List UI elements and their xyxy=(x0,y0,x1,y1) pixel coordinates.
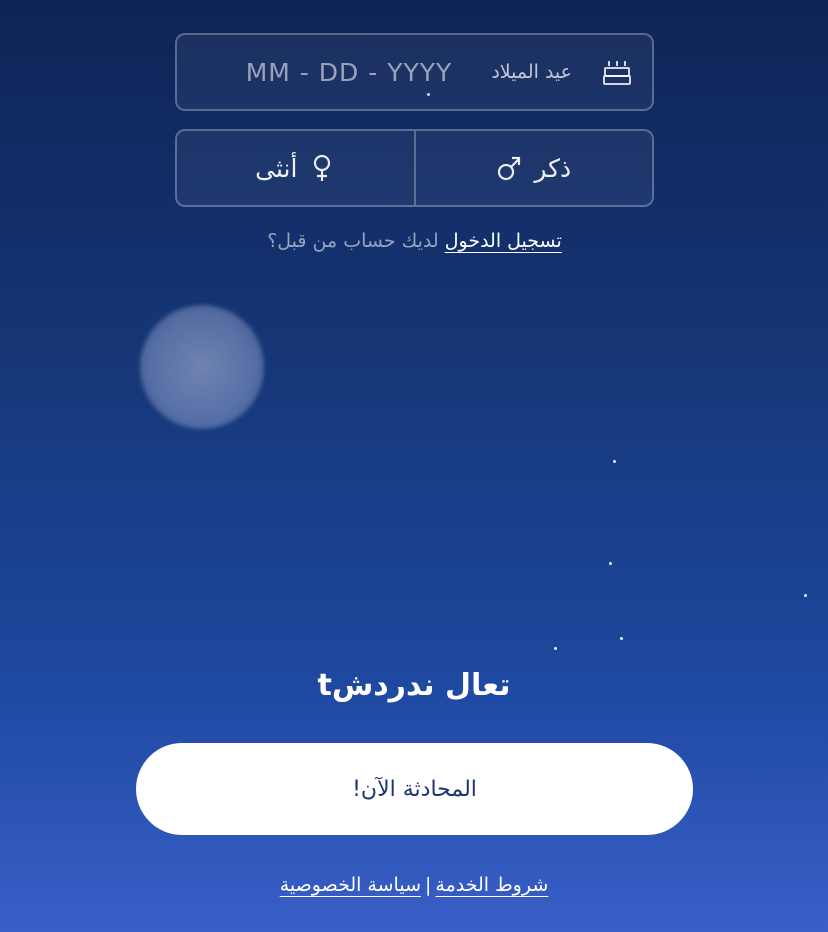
gender-female-label: أنثى xyxy=(255,153,298,183)
privacy-policy-link[interactable]: سياسة الخصوصية xyxy=(280,874,421,896)
male-symbol-icon xyxy=(498,156,521,181)
chat-now-button[interactable]: المحادثة الآن! xyxy=(136,743,693,835)
login-prompt-text: لديك حساب من قبل؟ xyxy=(267,230,439,252)
birthday-label: عيد الميلاد xyxy=(491,61,572,83)
moon-decoration xyxy=(140,305,264,429)
birthday-cake-icon xyxy=(603,61,631,85)
slogan-heading: تعال ندردشt xyxy=(317,668,511,703)
star-decoration xyxy=(554,647,557,650)
gender-female-option[interactable]: أنثى xyxy=(177,131,414,205)
gender-selector: أنثى ذكر xyxy=(175,129,654,207)
login-link[interactable]: تسجيل الدخول xyxy=(445,230,562,252)
footer-separator: | xyxy=(425,874,432,896)
star-decoration xyxy=(613,460,616,463)
star-decoration xyxy=(620,637,623,640)
gender-male-label: ذكر xyxy=(534,153,572,183)
gender-male-option[interactable]: ذكر xyxy=(416,131,653,205)
login-prompt-line: تسجيل الدخول لديك حساب من قبل؟ xyxy=(175,230,654,252)
female-symbol-icon xyxy=(314,154,331,181)
input-caret xyxy=(427,93,430,96)
terms-of-service-link[interactable]: شروط الخدمة xyxy=(435,874,548,896)
star-decoration xyxy=(609,562,612,565)
birthday-date-input[interactable] xyxy=(222,49,476,95)
birthday-field[interactable]: عيد الميلاد xyxy=(175,33,654,111)
star-decoration xyxy=(804,594,807,597)
footer-links: شروط الخدمة|سياسة الخصوصية xyxy=(0,874,828,896)
